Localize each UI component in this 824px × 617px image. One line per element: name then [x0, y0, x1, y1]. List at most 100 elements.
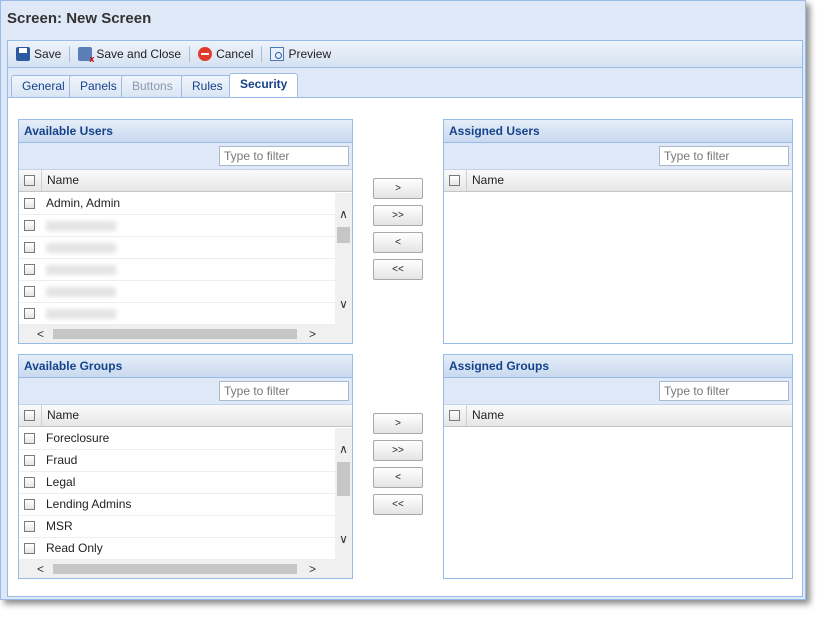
available-users-name-column[interactable]: Name: [41, 170, 340, 191]
row-checkbox[interactable]: [24, 242, 35, 253]
row-checkbox[interactable]: [24, 499, 35, 510]
available-groups-vertical-scrollbar[interactable]: ∧ ∨: [335, 428, 352, 560]
list-item[interactable]: [19, 215, 335, 237]
cancel-button-label: Cancel: [216, 47, 254, 61]
assigned-users-grid-header: Name: [444, 170, 792, 192]
row-checkbox[interactable]: [24, 220, 35, 231]
scroll-left-icon[interactable]: <: [37, 327, 44, 341]
row-checkbox[interactable]: [24, 264, 35, 275]
row-checkbox[interactable]: [24, 543, 35, 554]
list-item[interactable]: [19, 259, 335, 281]
available-groups-filter-input[interactable]: [219, 381, 349, 401]
tab-rules[interactable]: Rules: [181, 75, 234, 97]
scroll-thumb[interactable]: [337, 227, 350, 243]
list-item[interactable]: Read Only: [19, 538, 335, 560]
group-name: Fraud: [46, 453, 78, 467]
available-groups-panel: Available Groups Name Foreclosure Fraud: [18, 354, 353, 579]
user-name-redacted: [46, 259, 116, 282]
tab-security[interactable]: Security: [229, 73, 299, 97]
scroll-right-icon[interactable]: >: [309, 327, 316, 341]
available-groups-filter-bar: [19, 378, 352, 405]
available-users-vertical-scrollbar[interactable]: ∧ ∨: [335, 193, 352, 325]
tab-general[interactable]: General: [11, 75, 76, 97]
scroll-down-icon[interactable]: ∨: [335, 532, 352, 546]
assigned-users-filter-bar: [444, 143, 792, 170]
assigned-groups-filter-input[interactable]: [659, 381, 789, 401]
add-group-button[interactable]: >: [373, 413, 423, 434]
user-name-redacted: [46, 215, 116, 238]
row-checkbox[interactable]: [24, 433, 35, 444]
save-button[interactable]: Save: [12, 43, 65, 65]
security-tab-content: Available Users Name Admin, Admin: [7, 98, 803, 597]
add-all-users-button[interactable]: >>: [373, 205, 423, 226]
available-groups-list: Foreclosure Fraud Legal Lending Admins M…: [19, 428, 335, 560]
list-item[interactable]: [19, 303, 335, 325]
available-groups-horizontal-scrollbar[interactable]: < >: [19, 560, 352, 578]
row-checkbox[interactable]: [24, 198, 35, 209]
list-item[interactable]: MSR: [19, 516, 335, 538]
group-name: Legal: [46, 475, 76, 489]
tab-panels[interactable]: Panels: [69, 75, 128, 97]
floppy-disk-close-icon: [78, 47, 94, 64]
user-name-redacted: [46, 281, 116, 304]
user-name-redacted: [46, 303, 116, 325]
list-item[interactable]: [19, 237, 335, 259]
list-item[interactable]: Admin, Admin: [19, 193, 335, 215]
list-item[interactable]: Foreclosure: [19, 428, 335, 450]
preview-button[interactable]: Preview: [266, 43, 335, 65]
add-user-button[interactable]: >: [373, 178, 423, 199]
row-checkbox[interactable]: [24, 455, 35, 466]
toolbar: Save Save and Close Cancel Preview: [7, 40, 803, 68]
row-checkbox[interactable]: [24, 308, 35, 319]
available-users-filter-input[interactable]: [219, 146, 349, 166]
list-item[interactable]: [19, 281, 335, 303]
list-item[interactable]: Fraud: [19, 450, 335, 472]
preview-button-label: Preview: [288, 47, 332, 61]
tab-buttons: Buttons: [121, 75, 184, 97]
available-users-panel: Available Users Name Admin, Admin: [18, 119, 353, 344]
scroll-up-icon[interactable]: ∧: [335, 207, 352, 221]
tab-bar: General Panels Buttons Rules Security: [7, 68, 803, 98]
scroll-right-icon[interactable]: >: [309, 562, 316, 576]
row-checkbox[interactable]: [24, 477, 35, 488]
assigned-users-name-column[interactable]: Name: [466, 170, 765, 191]
available-groups-select-all-checkbox[interactable]: [24, 410, 35, 421]
toolbar-separator: [69, 46, 71, 62]
row-checkbox[interactable]: [24, 521, 35, 532]
scroll-thumb[interactable]: [53, 564, 297, 574]
save-button-label: Save: [34, 47, 62, 61]
assigned-groups-select-all-checkbox[interactable]: [449, 410, 460, 421]
scroll-thumb[interactable]: [337, 462, 350, 496]
available-groups-title: Available Groups: [19, 355, 352, 378]
save-and-close-label: Save and Close: [96, 47, 182, 61]
scroll-up-icon[interactable]: ∧: [335, 442, 352, 456]
cancel-button[interactable]: Cancel: [194, 43, 257, 65]
remove-group-button[interactable]: <: [373, 467, 423, 488]
scroll-thumb[interactable]: [53, 329, 297, 339]
assigned-users-select-all-checkbox[interactable]: [449, 175, 460, 186]
magnifier-page-icon: [270, 47, 285, 61]
save-and-close-button[interactable]: Save and Close: [74, 43, 185, 65]
scroll-left-icon[interactable]: <: [37, 562, 44, 576]
available-users-horizontal-scrollbar[interactable]: < >: [19, 325, 352, 343]
assigned-users-title: Assigned Users: [444, 120, 792, 143]
available-groups-name-column[interactable]: Name: [41, 405, 340, 426]
available-users-list: Admin, Admin: [19, 193, 335, 325]
add-all-groups-button[interactable]: >>: [373, 440, 423, 461]
remove-user-button[interactable]: <: [373, 232, 423, 253]
user-name-redacted: [46, 237, 116, 260]
available-groups-grid-header: Name: [19, 405, 352, 427]
list-item[interactable]: Lending Admins: [19, 494, 335, 516]
available-users-select-all-checkbox[interactable]: [24, 175, 35, 186]
window-title: Screen: New Screen: [7, 10, 152, 27]
list-item[interactable]: Legal: [19, 472, 335, 494]
assigned-groups-name-column[interactable]: Name: [466, 405, 765, 426]
remove-all-users-button[interactable]: <<: [373, 259, 423, 280]
toolbar-separator: [261, 46, 263, 62]
assigned-users-filter-input[interactable]: [659, 146, 789, 166]
available-users-grid-header: Name: [19, 170, 352, 192]
row-checkbox[interactable]: [24, 286, 35, 297]
assigned-groups-grid-header: Name: [444, 405, 792, 427]
remove-all-groups-button[interactable]: <<: [373, 494, 423, 515]
scroll-down-icon[interactable]: ∨: [335, 297, 352, 311]
